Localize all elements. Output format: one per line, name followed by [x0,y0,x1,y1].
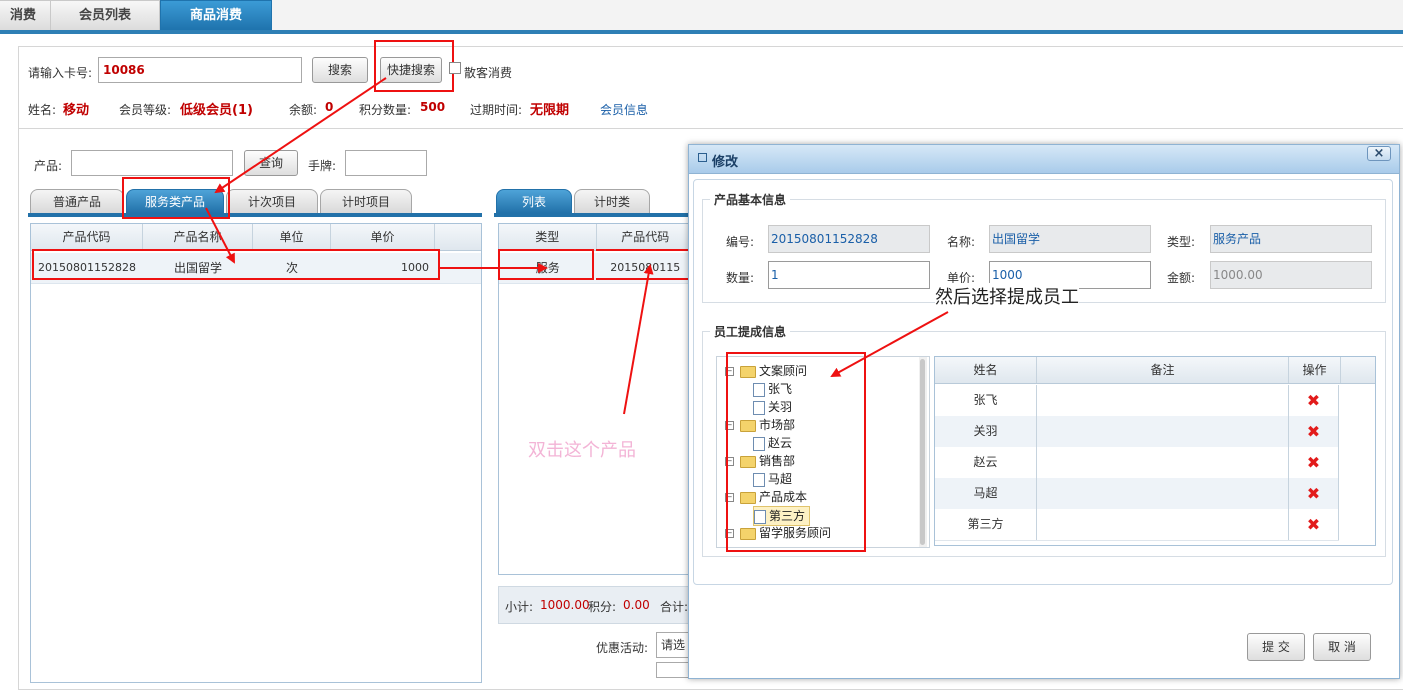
arrow-note-to-cart [623,264,654,415]
arrow-tab-to-row [205,207,235,264]
arrow-note-to-tree [830,311,949,377]
arrow-quick-to-tab [214,77,387,194]
annotation-arrows [205,77,949,415]
